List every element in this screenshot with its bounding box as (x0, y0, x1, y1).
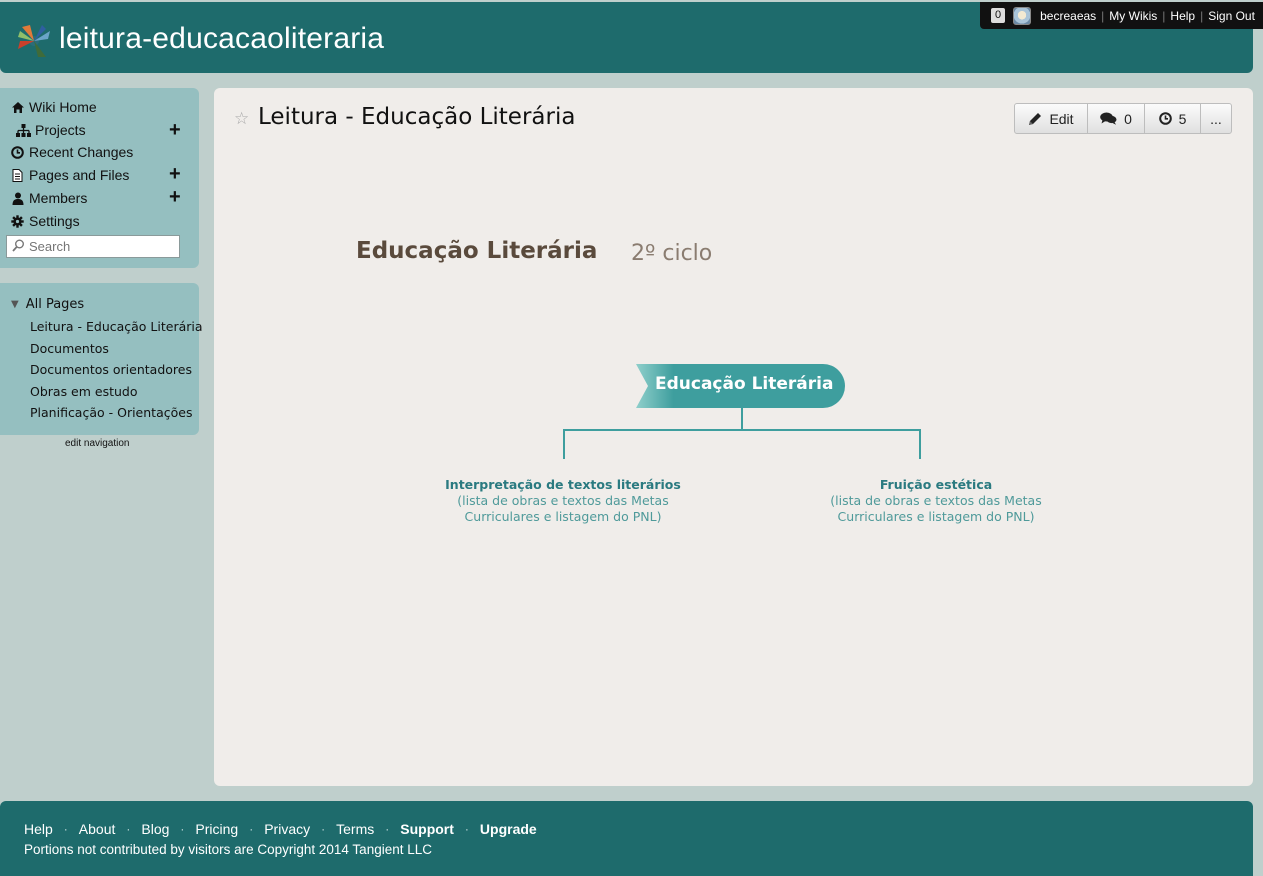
separator: | (1101, 8, 1105, 23)
footer-pricing-link[interactable]: Pricing (195, 821, 238, 837)
history-count: 5 (1178, 110, 1187, 127)
edit-navigation-link[interactable]: edit navigation (65, 438, 130, 449)
home-icon (10, 100, 25, 114)
page-title: Leitura - Educação Literária (258, 104, 576, 130)
star-icon[interactable]: ☆ (234, 109, 249, 129)
page-link[interactable]: Leitura - Educação Literária (30, 319, 203, 334)
branch-description: (lista de obras e textos das Metas (830, 493, 1042, 508)
separator: · (464, 822, 469, 836)
separator: · (126, 822, 131, 836)
gear-icon (10, 214, 25, 228)
site-footer: Help · About · Blog · Pricing · Privacy … (0, 801, 1253, 876)
sidebar-item-label: Pages and Files (29, 167, 130, 183)
branch-node: Fruição estética (lista de obras e texto… (813, 477, 1059, 525)
user-bar: 0 becreaeas | My Wikis | Help | Sign Out (980, 2, 1263, 29)
pencil-icon (1029, 112, 1042, 125)
add-project-plus-icon[interactable]: + (169, 120, 181, 140)
copyright-text: Portions not contributed by visitors are… (24, 842, 432, 857)
separator: | (1162, 8, 1166, 23)
footer-blog-link[interactable]: Blog (141, 821, 169, 837)
more-options-button[interactable]: ... (1201, 104, 1231, 133)
file-icon (10, 168, 25, 182)
site-title[interactable]: leitura-educacaoliteraria (59, 22, 384, 56)
help-link[interactable]: Help (1170, 9, 1195, 23)
sidebar-item-label: Recent Changes (29, 144, 134, 160)
all-pages-label: All Pages (25, 297, 85, 312)
main-content-panel (214, 88, 1253, 786)
sign-out-link[interactable]: Sign Out (1208, 9, 1255, 23)
branch-node: Interpretação de textos literários (list… (440, 477, 686, 525)
page-link[interactable]: Documentos (30, 341, 109, 356)
content-subheading: 2º ciclo (631, 241, 713, 266)
sidebar-item-label: Projects (35, 122, 86, 138)
separator: · (63, 822, 68, 836)
footer-links: Help · About · Blog · Pricing · Privacy … (24, 821, 537, 837)
sidebar-item-members[interactable]: Members (10, 189, 87, 207)
sidebar-item-label: Settings (29, 213, 80, 229)
my-wikis-link[interactable]: My Wikis (1109, 9, 1157, 23)
branch-description: (lista de obras e textos das Metas (457, 493, 669, 508)
username-link[interactable]: becreaeas (1040, 9, 1096, 23)
edit-button[interactable]: Edit (1015, 104, 1088, 133)
sidebar-item-wiki-home[interactable]: Wiki Home (10, 98, 97, 116)
edit-label: Edit (1049, 110, 1074, 127)
central-node-label: Educação Literária (655, 374, 834, 394)
branch-description: Curriculares e listagem do PNL) (837, 509, 1035, 524)
ellipsis-label: ... (1210, 110, 1222, 127)
footer-terms-link[interactable]: Terms (336, 821, 374, 837)
wikispaces-logo-icon[interactable] (16, 23, 52, 59)
separator: · (385, 822, 390, 836)
footer-support-link[interactable]: Support (400, 821, 454, 837)
search-input[interactable] (29, 239, 174, 254)
footer-privacy-link[interactable]: Privacy (264, 821, 310, 837)
separator: · (321, 822, 326, 836)
page-link[interactable]: Planificação - Orientações (30, 405, 192, 420)
clock-icon (10, 145, 25, 159)
sidebar-item-label: Wiki Home (29, 99, 97, 115)
notification-count-badge[interactable]: 0 (991, 8, 1006, 23)
sidebar-item-recent-changes[interactable]: Recent Changes (10, 143, 133, 161)
sidebar-item-settings[interactable]: Settings (10, 212, 80, 230)
page-link[interactable]: Documentos orientadores (30, 362, 192, 377)
add-member-plus-icon[interactable]: + (169, 187, 181, 207)
separator: · (180, 822, 185, 836)
add-page-plus-icon[interactable]: + (169, 164, 181, 184)
history-button[interactable]: 5 (1145, 104, 1201, 133)
sidebar-item-projects[interactable]: Projects (16, 121, 86, 139)
separator: · (249, 822, 254, 836)
comments-icon (1100, 112, 1117, 125)
branch-description: Curriculares e listagem do PNL) (464, 509, 662, 524)
comments-button[interactable]: 0 (1088, 104, 1145, 133)
page-toolbar: Edit 0 5 ... (1014, 103, 1232, 134)
user-avatar[interactable] (1013, 6, 1032, 25)
comments-count: 0 (1124, 110, 1132, 127)
page-link[interactable]: Obras em estudo (30, 384, 138, 399)
sitemap-icon (16, 123, 31, 137)
footer-about-link[interactable]: About (79, 821, 116, 837)
user-icon (10, 191, 25, 205)
footer-upgrade-link[interactable]: Upgrade (480, 821, 537, 837)
separator: | (1200, 8, 1204, 23)
branch-title: Fruição estética (879, 477, 993, 492)
all-pages-toggle[interactable]: ▼ All Pages (11, 297, 84, 312)
sidebar-item-pages-and-files[interactable]: Pages and Files (10, 166, 129, 184)
search-icon (7, 239, 29, 255)
sidebar-item-label: Members (29, 190, 88, 206)
triangle-down-icon: ▼ (11, 299, 19, 310)
content-heading: Educação Literária (356, 238, 598, 264)
search-field[interactable] (6, 235, 180, 258)
footer-help-link[interactable]: Help (24, 821, 53, 837)
branch-title: Interpretação de textos literários (445, 477, 681, 492)
clock-icon (1158, 112, 1172, 125)
